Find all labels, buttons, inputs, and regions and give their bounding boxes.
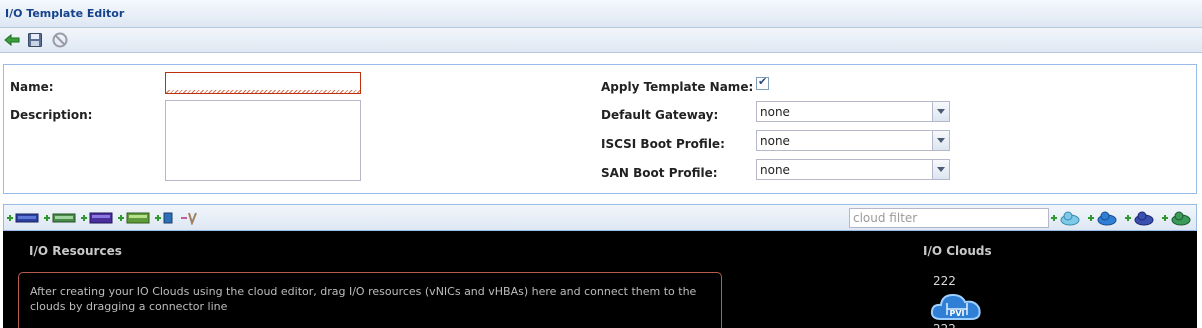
add-pvi-cloud-icon[interactable] <box>1087 209 1117 230</box>
chevron-down-icon[interactable] <box>932 102 949 121</box>
drop-hint-text: After creating your IO Clouds using the … <box>30 285 697 313</box>
description-label: Description: <box>10 108 93 122</box>
apply-template-name-label: Apply Template Name: <box>601 80 754 94</box>
default-gateway-value: none <box>760 105 790 119</box>
san-boot-profile-select[interactable]: none <box>756 159 950 180</box>
cloud-filter-input[interactable] <box>849 208 1049 228</box>
add-vnic-alt-icon[interactable] <box>43 211 79 228</box>
cloud-name-label: 222 <box>933 274 956 288</box>
cancel-icon[interactable] <box>52 32 68 48</box>
san-boot-profile-value: none <box>760 163 790 177</box>
resource-toolbar <box>3 204 1197 231</box>
default-gateway-label: Default Gateway: <box>601 108 719 122</box>
name-label: Name: <box>10 80 54 94</box>
default-gateway-select[interactable]: none <box>756 101 950 122</box>
save-icon[interactable] <box>27 32 43 48</box>
san-boot-profile-label: SAN Boot Profile: <box>601 166 718 180</box>
cloud-name-label: 222 <box>933 322 956 328</box>
add-vnic-icon[interactable] <box>6 211 42 228</box>
iscsi-boot-profile-value: none <box>760 134 790 148</box>
apply-template-name-checkbox[interactable] <box>756 75 769 90</box>
io-resources-title: I/O Resources <box>29 244 122 258</box>
add-storage-cloud-icon[interactable] <box>1161 209 1191 230</box>
back-arrow-icon[interactable] <box>4 32 20 48</box>
io-canvas[interactable]: I/O Resources After creating your IO Clo… <box>3 231 1197 328</box>
editor-title-bar: I/O Template Editor <box>0 0 1202 28</box>
template-form-panel: Name: Description: Apply Template Name: … <box>3 64 1197 194</box>
iscsi-boot-profile-select[interactable]: none <box>756 130 950 151</box>
add-network-cloud-icon[interactable] <box>1050 209 1080 230</box>
editor-title: I/O Template Editor <box>5 7 125 20</box>
add-vhba-icon[interactable] <box>80 211 116 228</box>
pvi-cloud-icon[interactable]: PVI <box>929 289 985 321</box>
chevron-down-icon[interactable] <box>932 131 949 150</box>
add-vhba-alt-icon[interactable] <box>117 211 153 228</box>
cloud-badge-label: PVI <box>949 309 964 318</box>
description-textarea[interactable] <box>165 100 361 181</box>
iscsi-boot-profile-label: ISCSI Boot Profile: <box>601 137 725 151</box>
chevron-down-icon[interactable] <box>932 160 949 179</box>
drop-hint-box[interactable]: After creating your IO Clouds using the … <box>18 272 722 328</box>
add-san-cloud-icon[interactable] <box>1124 209 1154 230</box>
editor-toolbar <box>0 28 1202 53</box>
name-input[interactable] <box>165 72 361 94</box>
io-clouds-title: I/O Clouds <box>923 244 992 258</box>
add-storage-icon[interactable] <box>154 211 176 228</box>
edit-icon[interactable] <box>180 211 198 228</box>
